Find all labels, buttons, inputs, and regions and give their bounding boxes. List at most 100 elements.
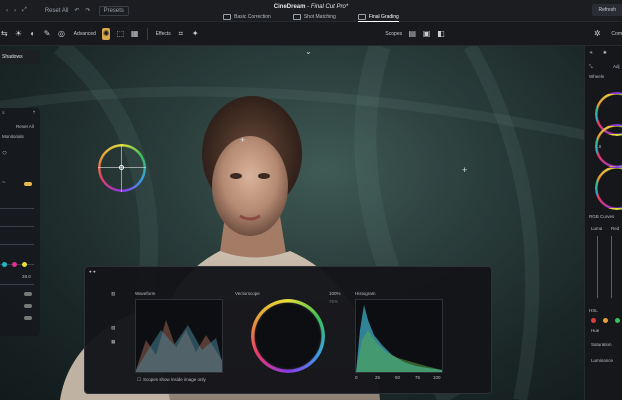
vectorscope-plot [256,304,320,368]
wheel-midtones[interactable] [595,124,622,168]
crop-icon[interactable]: ⌗ [177,28,185,40]
redo-icon[interactable]: ↷ [86,7,91,14]
tab-shot-matching[interactable]: Shot Matching [292,12,336,22]
sun-icon[interactable]: ☀ [589,50,593,56]
toggle-switch[interactable] [24,316,32,320]
curve-luma-tab[interactable]: Luma [591,226,602,231]
rgb-curves-label[interactable]: RGB Curves [589,214,614,219]
curve-track[interactable] [597,236,598,298]
wheel-highlights[interactable] [595,166,622,210]
image-icon[interactable]: ▧ [111,325,115,331]
right-panel: ☀ ✺ ⤡ Adj Wheels 1.0 RGB Curves Luma Red… [584,46,622,400]
target-icon[interactable]: ◎ [57,28,65,40]
scope-histogram-icon[interactable]: ◧ [437,28,445,40]
shadows-header[interactable]: Shadows [0,50,40,64]
app-window: ‹ › ⤢ Reset All ↶ ↷ Presets CineDream - … [0,0,622,400]
divider [0,226,34,227]
basic-correction-icon [223,14,232,20]
hsl-dot-green[interactable] [615,318,620,323]
presets-button[interactable]: Presets [98,5,129,16]
divider [0,208,34,209]
refresh-button[interactable]: Refresh [592,4,622,16]
curve-track[interactable] [611,236,612,298]
scopes-label[interactable]: Scopes [385,31,402,37]
shot-matching-icon [292,14,301,20]
toggle-switch[interactable] [24,182,32,186]
curve-icon[interactable]: ~ [2,180,6,186]
final-grading-icon [357,13,366,20]
checkbox-icon[interactable]: ☐ [137,377,141,383]
sliders-icon[interactable]: ⇆ [0,28,8,40]
tab-final-grading[interactable]: Final Grading [357,12,399,22]
wheels-label[interactable]: Wheels [589,74,604,79]
zoom-secondary[interactable]: 75% [329,299,338,304]
saturation-label: Saturation [591,342,612,347]
histogram-title: Histogram [355,291,376,296]
forward-button[interactable]: › [14,8,16,14]
magic-icon[interactable]: ✦ [191,28,199,40]
color-icon[interactable]: ✺ [603,50,607,56]
title-separator: - [305,4,311,10]
scope-vector-icon[interactable]: ▣ [422,28,431,40]
value-readout: 28.0 [22,274,31,279]
svg-text:⌄: ⌄ [305,47,312,56]
chart-icon[interactable]: ▦ [111,339,115,345]
back-button[interactable]: ‹ [6,8,8,14]
wheel-puck[interactable] [119,165,124,170]
curve-red-tab[interactable]: Red [611,226,619,231]
monitorials-label: Monitorials [2,134,24,139]
eyedropper-icon[interactable]: ✎ [43,28,51,40]
vectorscope-title: Vectorscope [235,291,260,296]
hue-label: Hue [591,328,600,333]
tab-basic-correction[interactable]: Basic Correction [223,12,271,22]
hsl-dot-orange[interactable] [603,318,608,323]
left-panel: Shadows ≡ ⇡ Reset All Monitorials ○ ~ 28… [0,46,40,336]
hsl-label[interactable]: HSL [589,308,598,313]
layout-icon[interactable]: ▥ [111,291,115,297]
histogram-plot [356,305,442,372]
tab-label: Final Grading [368,13,399,20]
divider [0,244,34,245]
toggle-switch[interactable] [24,304,32,308]
tab-label: Basic Correction [234,14,271,20]
histogram-scope [355,299,443,373]
window-controls-icon[interactable]: ● ● [89,269,96,274]
color-dot-yellow[interactable] [22,262,27,267]
scopes-window[interactable]: ● ● ▥ ▧ ▦ Waveform ☐ Scopes show inside … [84,266,492,394]
color-dot-cyan[interactable] [2,262,7,267]
toolbar: ⇆ ☀ ◐ ✎ ◎ Advanced ✺ ⬚ ▦ Effects ⌗ ✦ Sco… [0,22,622,46]
pin-icon[interactable]: ⇡ [32,110,36,116]
reset-all-button[interactable]: Reset All [45,8,69,14]
fullscreen-button[interactable]: ⤢ [22,7,27,14]
color-wheel-icon[interactable]: ✺ [101,27,111,40]
circle-icon[interactable]: ○ [2,148,7,157]
reset-all-link[interactable]: Reset All [16,124,34,129]
com-label[interactable]: Com [611,31,622,37]
marker-icon: + [240,135,245,145]
zoom-readout[interactable]: 100% [329,291,341,296]
waveform-scope [135,299,223,373]
effects-label[interactable]: Effects [156,31,171,37]
hist-tick-25: 25 [375,375,381,380]
scope-waveform-icon[interactable]: ▤ [408,28,416,40]
divider [0,284,34,285]
color-dot-magenta[interactable] [12,262,17,267]
app-name: CineDream [273,4,306,10]
waveform-plot [136,320,222,372]
expand-icon[interactable]: ⤡ [589,64,593,69]
mask-icon[interactable]: ⬚ [116,28,125,40]
scopes-inside-checkbox[interactable]: Scopes show inside image only [143,377,206,382]
mode-tabs: Basic Correction Shot Matching Final Gra… [0,12,622,22]
settings-icon[interactable]: ✲ [593,28,601,40]
panel-menu-icon[interactable]: ≡ [2,110,5,115]
advanced-label[interactable]: Advanced [74,31,96,37]
contrast-icon[interactable]: ◐ [29,28,37,40]
grid-icon[interactable]: ▦ [131,28,139,40]
tab-label: Shot Matching [303,14,336,20]
hsl-dot-red[interactable] [591,318,596,323]
hist-tick-100: 100 [433,375,441,380]
toggle-switch[interactable] [24,292,32,296]
undo-icon[interactable]: ↶ [75,7,80,14]
exposure-icon[interactable]: ☀ [14,28,22,40]
luminance-label: Luminance [591,358,614,363]
